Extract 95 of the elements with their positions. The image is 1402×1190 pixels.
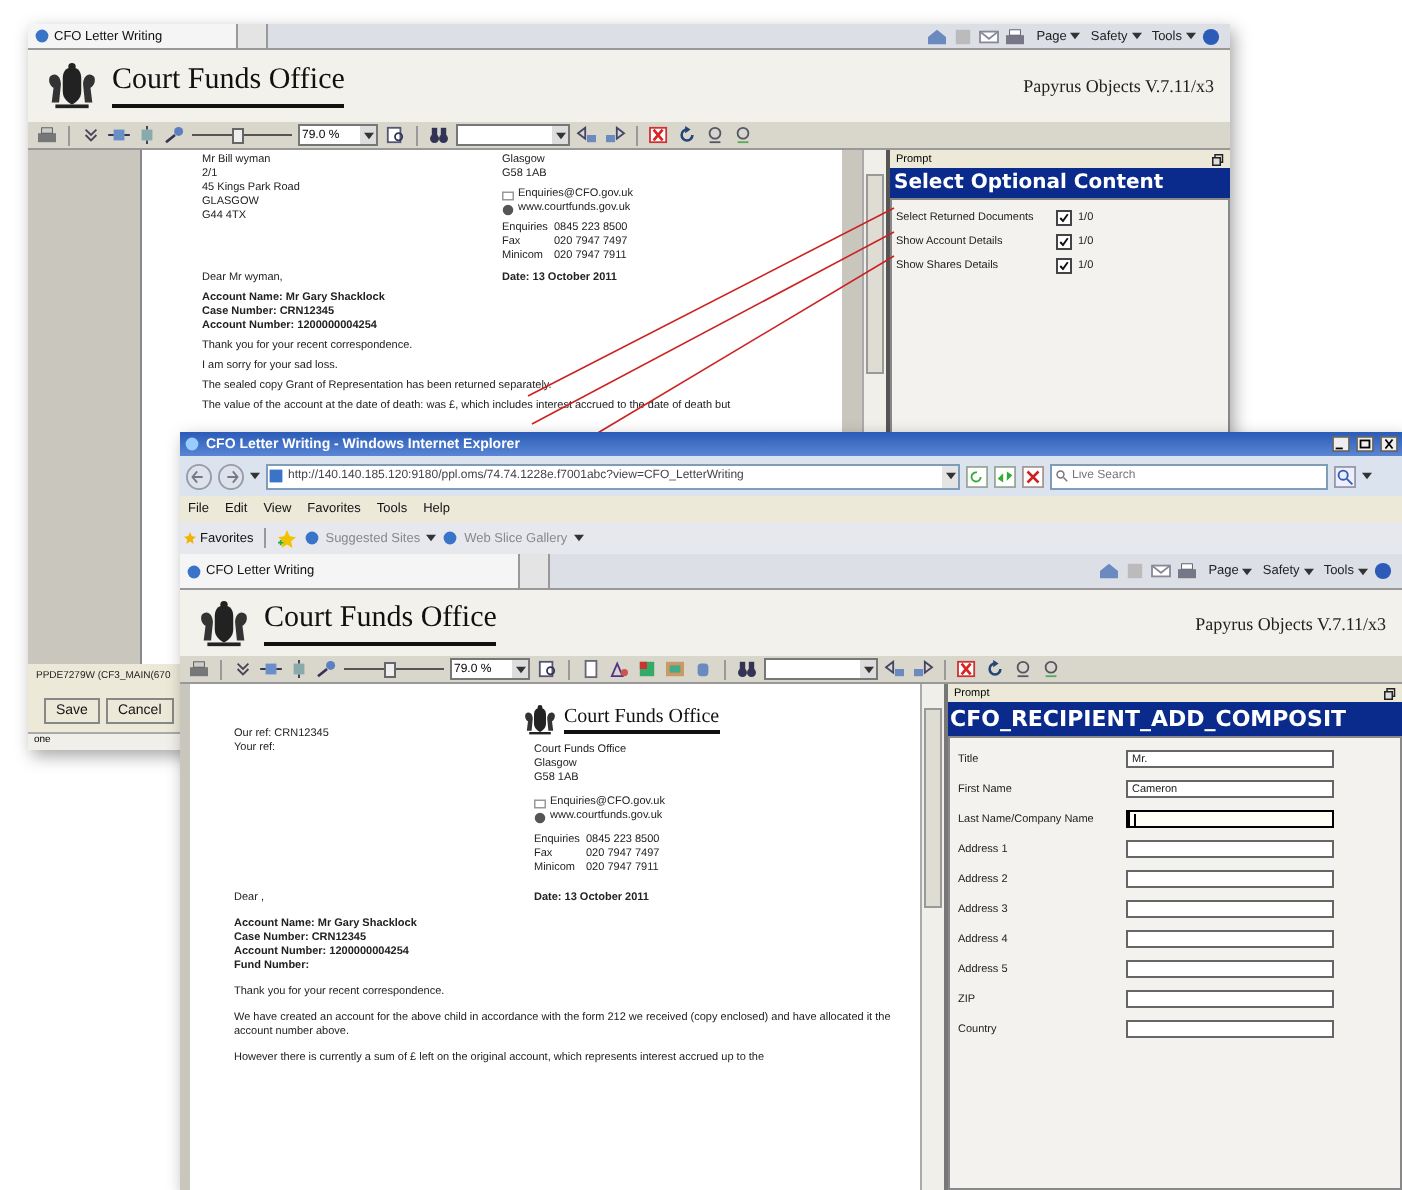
envelope-icon bbox=[534, 797, 546, 809]
restore-icon[interactable] bbox=[1384, 687, 1396, 699]
page-icon[interactable] bbox=[580, 660, 602, 678]
help-icon[interactable] bbox=[1372, 562, 1394, 580]
caret-icon bbox=[1362, 472, 1372, 480]
delete-icon[interactable] bbox=[648, 126, 670, 144]
text-field[interactable] bbox=[1126, 960, 1334, 978]
back-icon[interactable] bbox=[186, 463, 212, 489]
fit-height-icon[interactable] bbox=[136, 126, 158, 144]
expand-icon[interactable] bbox=[232, 660, 254, 678]
binoculars-icon[interactable] bbox=[428, 126, 450, 144]
search-dropdown[interactable] bbox=[764, 658, 878, 680]
binoculars-icon[interactable] bbox=[736, 660, 758, 678]
text-field[interactable] bbox=[1126, 810, 1334, 828]
printer-icon[interactable] bbox=[1176, 562, 1199, 580]
caret-icon bbox=[426, 534, 437, 542]
search-icon[interactable] bbox=[1334, 465, 1356, 487]
compatibility-icon[interactable] bbox=[994, 465, 1016, 487]
page-zoom-icon[interactable] bbox=[384, 126, 406, 144]
forward-icon[interactable] bbox=[218, 463, 244, 489]
delete-icon[interactable] bbox=[956, 660, 978, 678]
crest-icon bbox=[196, 599, 252, 647]
browser-icon bbox=[184, 436, 200, 452]
caret-icon bbox=[1303, 567, 1314, 575]
version-text: Papyrus Objects V.7.11/x3 bbox=[1023, 76, 1214, 96]
color-icon[interactable] bbox=[636, 660, 658, 678]
refresh-icon[interactable] bbox=[984, 660, 1006, 678]
maximize-icon[interactable] bbox=[1356, 436, 1374, 452]
restore-icon[interactable] bbox=[1212, 153, 1224, 165]
printer-icon[interactable] bbox=[188, 660, 210, 678]
refresh-icon[interactable] bbox=[676, 126, 698, 144]
printer-icon[interactable] bbox=[1004, 27, 1027, 45]
refresh-icon[interactable] bbox=[966, 465, 988, 487]
expand-icon[interactable] bbox=[80, 126, 102, 144]
printer-icon[interactable] bbox=[36, 126, 58, 144]
caret-icon bbox=[1070, 32, 1081, 40]
prompt-heading: CFO_RECIPIENT_ADD_COMPOSIT bbox=[948, 702, 1402, 736]
text-field[interactable] bbox=[1126, 900, 1334, 918]
globe-icon bbox=[534, 811, 546, 823]
crest-icon bbox=[44, 62, 100, 110]
browser-icon bbox=[303, 530, 320, 546]
caret-icon bbox=[1186, 32, 1196, 40]
page-icon bbox=[268, 468, 284, 484]
browser-icon bbox=[442, 530, 459, 546]
zoom-slider[interactable] bbox=[344, 660, 444, 678]
zoom-tool-icon[interactable] bbox=[316, 660, 338, 678]
page-zoom-icon[interactable] bbox=[536, 660, 558, 678]
globe-icon bbox=[502, 203, 514, 215]
fit-width-icon[interactable] bbox=[108, 126, 130, 144]
star-icon bbox=[184, 532, 196, 544]
mail-icon[interactable] bbox=[978, 27, 1001, 45]
next-page-icon[interactable] bbox=[912, 660, 934, 678]
zoom-slider[interactable] bbox=[192, 126, 292, 144]
checkbox[interactable] bbox=[1056, 210, 1072, 226]
caret-icon bbox=[363, 131, 373, 139]
logo-text: Court Funds Office bbox=[112, 64, 345, 108]
logo-text: Court Funds Office bbox=[564, 706, 720, 731]
scrollbar[interactable] bbox=[920, 684, 944, 1190]
caret-icon bbox=[1242, 567, 1253, 575]
next-page-icon[interactable] bbox=[604, 126, 626, 144]
stop-icon[interactable] bbox=[1022, 465, 1044, 487]
text-field[interactable] bbox=[1126, 990, 1334, 1008]
logo-text: Court Funds Office bbox=[264, 601, 497, 645]
help-icon[interactable] bbox=[1200, 27, 1222, 45]
caret-icon bbox=[1358, 567, 1368, 575]
text-field[interactable] bbox=[1126, 1020, 1334, 1038]
checkbox[interactable] bbox=[1056, 234, 1072, 250]
home-icon[interactable] bbox=[926, 27, 949, 45]
checkbox[interactable] bbox=[1056, 258, 1072, 274]
zoom-tool-icon[interactable] bbox=[164, 126, 186, 144]
caret-icon bbox=[250, 472, 260, 480]
text-field[interactable] bbox=[1126, 870, 1334, 888]
browser-icon bbox=[186, 563, 202, 579]
caret-icon bbox=[573, 534, 584, 542]
envelope-icon bbox=[502, 189, 514, 201]
mail-icon[interactable] bbox=[1150, 562, 1173, 580]
crest-icon bbox=[522, 704, 558, 736]
prompt-heading: Select Optional Content bbox=[890, 168, 1230, 198]
fit-height-icon[interactable] bbox=[288, 660, 310, 678]
version-text: Papyrus Objects V.7.11/x3 bbox=[1195, 613, 1386, 633]
previous-page-icon[interactable] bbox=[576, 126, 598, 144]
text-field[interactable] bbox=[1126, 840, 1334, 858]
close-icon[interactable] bbox=[1380, 436, 1398, 452]
minimize-icon[interactable] bbox=[1332, 436, 1350, 452]
fit-width-icon[interactable] bbox=[260, 660, 282, 678]
previous-page-icon[interactable] bbox=[884, 660, 906, 678]
text-field[interactable] bbox=[1126, 930, 1334, 948]
home-icon[interactable] bbox=[1098, 562, 1121, 580]
search-dropdown[interactable] bbox=[456, 124, 570, 146]
caret-icon bbox=[1131, 32, 1142, 40]
search-icon bbox=[1056, 470, 1068, 482]
caret-icon bbox=[945, 472, 955, 480]
shapes-icon[interactable] bbox=[608, 660, 630, 678]
caret-icon bbox=[555, 131, 565, 139]
browser-icon bbox=[34, 28, 50, 44]
